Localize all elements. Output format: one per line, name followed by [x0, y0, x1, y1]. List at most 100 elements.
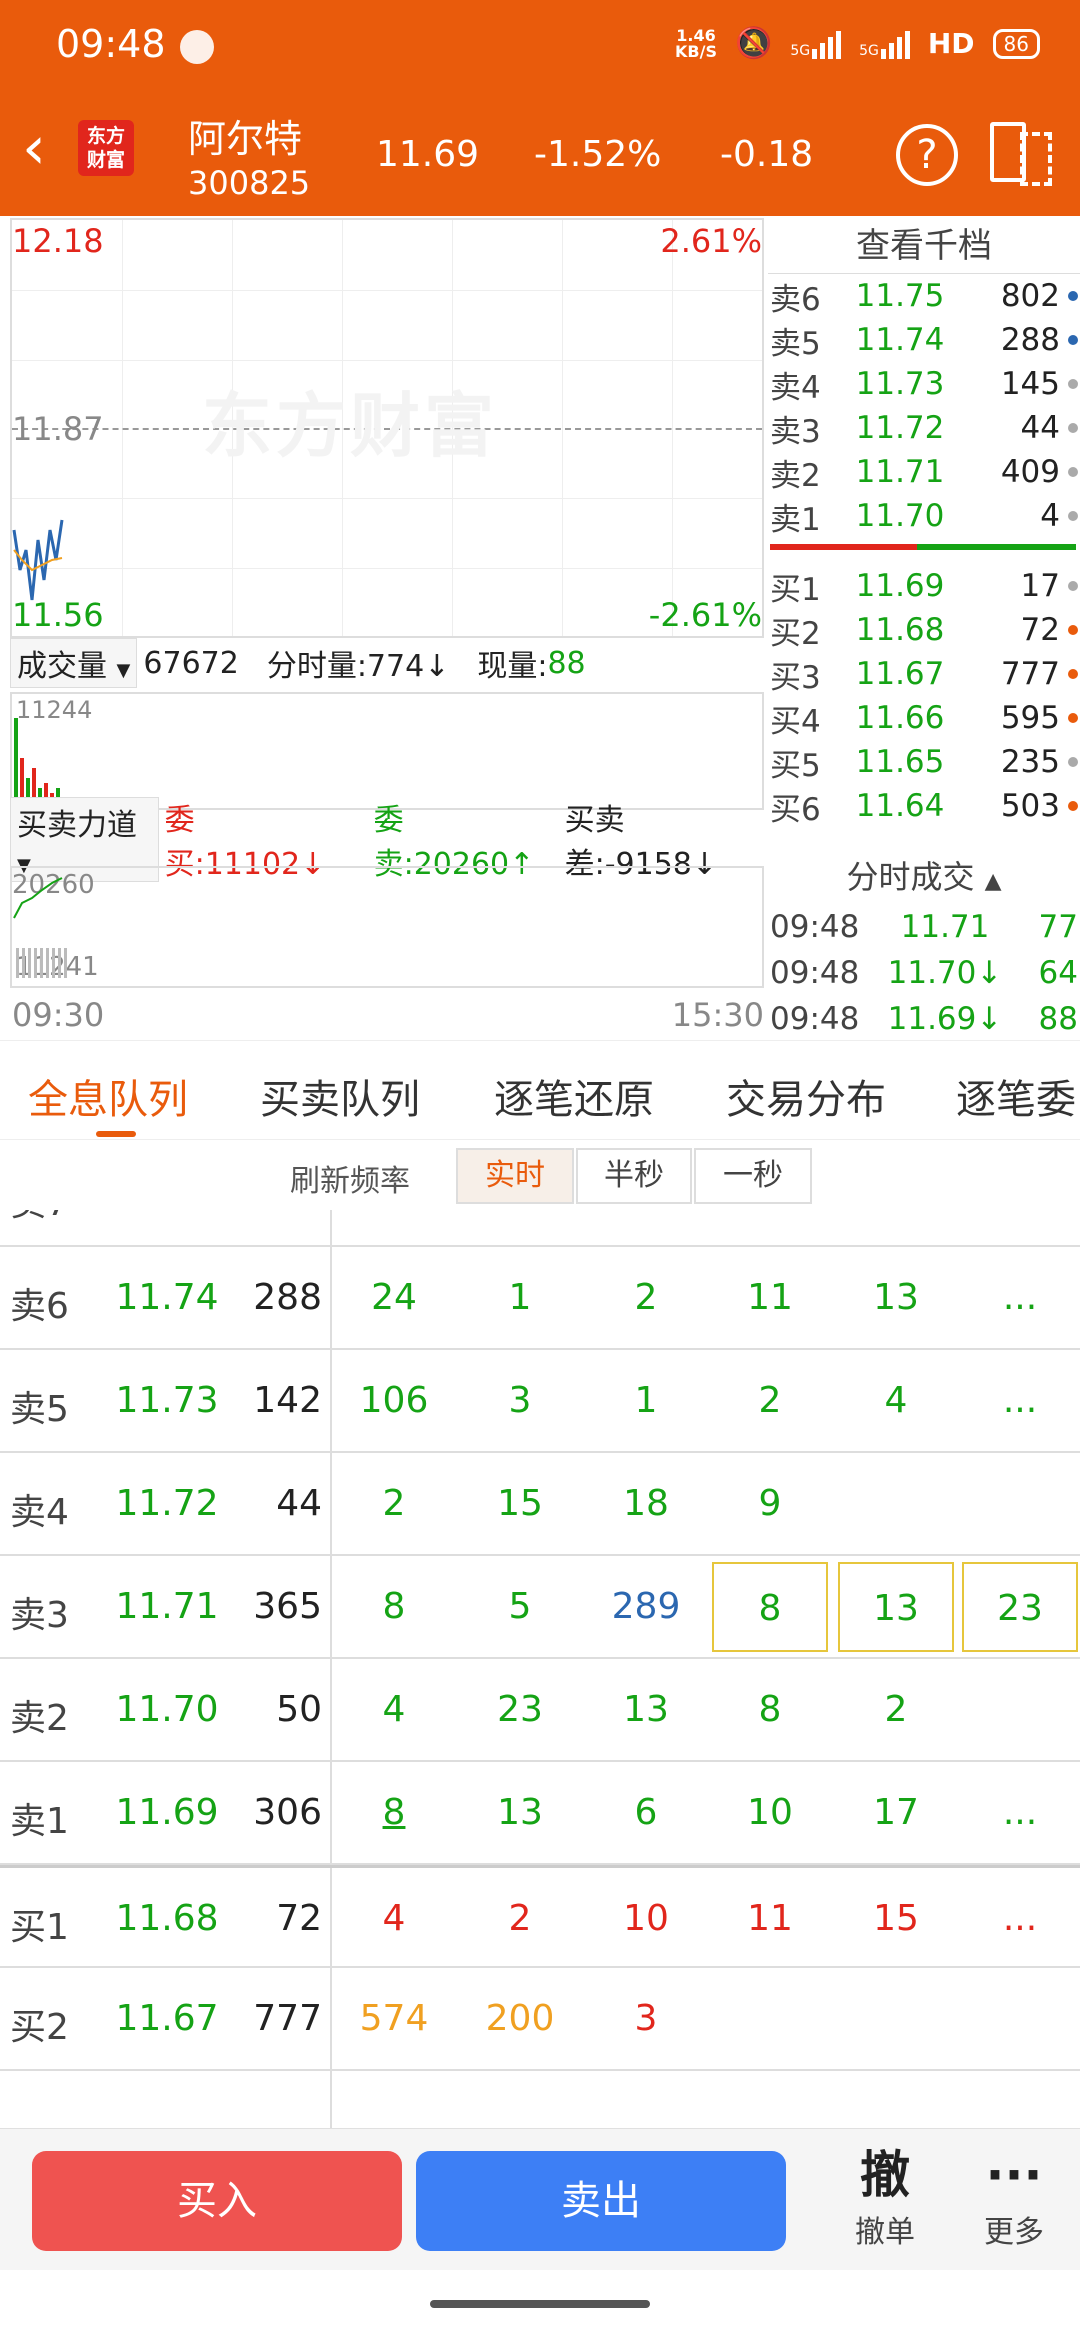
volume-selector-label: 成交量	[17, 649, 107, 684]
queue-order-cell[interactable]: 11	[712, 1253, 828, 1343]
queue-level-label: 卖4	[10, 1492, 69, 1533]
queue-order-cell[interactable]: ...	[962, 1768, 1078, 1858]
level-label: 买6	[770, 791, 821, 828]
queue-order-cell[interactable]: ...	[962, 1874, 1078, 1964]
queue-price: 11.73	[115, 1380, 219, 1421]
full-queue-table[interactable]: 卖711.7580277641318卖611.7428824121113...卖…	[0, 1210, 1080, 2128]
ask-row[interactable]: 卖6 11.75 802	[770, 274, 1078, 318]
tab-tick-restore[interactable]: 逐笔还原	[494, 1067, 654, 1125]
volume-selector[interactable]: 成交量 ▼	[10, 638, 138, 688]
queue-order-cell[interactable]: 9	[712, 1459, 828, 1549]
bid-row[interactable]: 买4 11.66 595	[770, 696, 1078, 740]
queue-order-cell[interactable]: 23	[462, 1665, 578, 1755]
tab-full-queue[interactable]: 全息队列	[28, 1067, 188, 1125]
queue-order-cell[interactable]: 18	[588, 1459, 704, 1549]
bid-row[interactable]: 买2 11.68 72	[770, 608, 1078, 652]
queue-order-cell[interactable]: 10	[712, 1768, 828, 1858]
level-dot-icon	[1068, 511, 1078, 521]
ask-row[interactable]: 卖2 11.71 409	[770, 450, 1078, 494]
ask-row[interactable]: 卖1 11.70 4	[770, 494, 1078, 538]
bid-row[interactable]: 买6 11.64 503	[770, 784, 1078, 828]
queue-row: 卖6 11.74 288 24 1 2 11 13...	[0, 1247, 1080, 1350]
flow-chart[interactable]: 20260 11241	[10, 866, 764, 988]
ask-row[interactable]: 卖3 11.72 44	[770, 406, 1078, 450]
tab-tick-entrust[interactable]: 逐笔委	[956, 1067, 1076, 1125]
queue-order-cell[interactable]: 2	[588, 1253, 704, 1343]
queue-order-cell[interactable]: 200	[462, 1974, 578, 2064]
queue-order-cell[interactable]: 13	[462, 1768, 578, 1858]
tab-trade-distribution[interactable]: 交易分布	[726, 1067, 886, 1125]
queue-order-cell[interactable]: 2	[462, 1874, 578, 1964]
queue-order-cell[interactable]: 3	[588, 1974, 704, 2064]
gesture-bar[interactable]	[430, 2300, 650, 2308]
buy-button[interactable]: 买入	[32, 2151, 402, 2251]
queue-row: 卖5 11.73 142 106 3 1 2 4...	[0, 1350, 1080, 1453]
level-price: 11.74	[855, 322, 945, 358]
level-price: 11.70	[855, 498, 945, 534]
intraday-chart[interactable]: 东方财富 12.18 11.87 11.56 2.61% -2.61%	[10, 218, 764, 638]
refresh-half-second[interactable]: 半秒	[576, 1148, 692, 1204]
queue-order-cell[interactable]: 4	[838, 1356, 954, 1446]
queue-order-cell[interactable]: ...	[962, 1356, 1078, 1446]
hd-icon: HD	[927, 27, 975, 60]
queue-order-cell[interactable]: 4	[336, 1665, 452, 1755]
refresh-realtime[interactable]: 实时	[456, 1148, 574, 1204]
queue-order-cell[interactable]: 574	[336, 1974, 452, 2064]
queue-order-cell[interactable]: 13	[838, 1253, 954, 1343]
queue-order-cell[interactable]: 776	[336, 1210, 452, 1240]
queue-order-cell[interactable]: 3	[712, 1210, 828, 1240]
queue-order-cell[interactable]: 8	[336, 1768, 452, 1858]
queue-order-cell[interactable]: ...	[962, 1253, 1078, 1343]
layout-switch-icon[interactable]	[990, 122, 1054, 188]
queue-order-cell[interactable]: 13	[588, 1665, 704, 1755]
queue-order-cell[interactable]: 1	[462, 1253, 578, 1343]
queue-order-cell[interactable]: 4	[336, 1874, 452, 1964]
view-depth-button[interactable]: 查看千档	[768, 218, 1080, 274]
queue-order-cell[interactable]: 11	[712, 1874, 828, 1964]
queue-order-cell[interactable]: 2	[838, 1665, 954, 1755]
queue-row-partial	[0, 2071, 1080, 2128]
bid-row[interactable]: 买5 11.65 235	[770, 740, 1078, 784]
bid-row[interactable]: 买1 11.69 17	[770, 564, 1078, 608]
help-icon[interactable]: ?	[896, 124, 958, 186]
back-chevron-icon[interactable]: ‹	[22, 118, 46, 178]
queue-order-cell[interactable]: 5	[462, 1562, 578, 1652]
tab-buy-sell-queue[interactable]: 买卖队列	[260, 1067, 420, 1125]
queue-order-cell[interactable]: 3	[462, 1356, 578, 1446]
queue-order-cell[interactable]: 8	[336, 1562, 452, 1652]
queue-order-cell[interactable]: 106	[336, 1356, 452, 1446]
volume-bars	[14, 718, 60, 808]
sell-button[interactable]: 卖出	[416, 2151, 786, 2251]
queue-order-cell[interactable]: 8	[712, 1665, 828, 1755]
queue-order-cell[interactable]: 10	[588, 1874, 704, 1964]
queue-order-cell[interactable]: 18	[838, 1210, 954, 1240]
queue-order-cell[interactable]: 24	[336, 1253, 452, 1343]
ask-row[interactable]: 卖5 11.74 288	[770, 318, 1078, 362]
queue-order-cell[interactable]: 1	[588, 1356, 704, 1446]
tick-trades-title[interactable]: 分时成交 ▲	[770, 852, 1078, 902]
queue-order-cell[interactable]: 15	[838, 1874, 954, 1964]
trade-row: 09:48 11.70↓ 64	[770, 950, 1078, 996]
volume-chart[interactable]: 11244	[10, 692, 764, 810]
queue-order-cell[interactable]: 2	[336, 1459, 452, 1549]
queue-order-cell[interactable]: 1	[588, 1210, 704, 1240]
queue-order-cell[interactable]: 15	[462, 1459, 578, 1549]
queue-order-cell[interactable]: 17	[838, 1768, 954, 1858]
more-button[interactable]: ··· 更多	[966, 2143, 1062, 2251]
queue-volume: 44	[276, 1483, 322, 1524]
bid-row[interactable]: 买3 11.67 777	[770, 652, 1078, 696]
ask-row[interactable]: 卖4 11.73 145	[770, 362, 1078, 406]
queue-order-cell[interactable]: 8	[712, 1562, 828, 1652]
queue-order-cell[interactable]: 289	[588, 1562, 704, 1652]
queue-order-cell[interactable]: 6	[588, 1768, 704, 1858]
queue-order-cell[interactable]: 4	[462, 1210, 578, 1240]
logo-text-1: 东方	[86, 125, 125, 147]
refresh-one-second[interactable]: 一秒	[694, 1148, 812, 1204]
cancel-order-button[interactable]: 撤 撤单	[840, 2143, 930, 2251]
level-dot-icon	[1068, 669, 1078, 679]
queue-order-cell[interactable]: 13	[838, 1562, 954, 1652]
queue-order-cell[interactable]: 23	[962, 1562, 1078, 1652]
queue-order-cell[interactable]: 2	[712, 1356, 828, 1446]
flow-selector-label: 买卖力道	[17, 807, 137, 843]
stock-name[interactable]: 阿尔特	[188, 108, 302, 163]
